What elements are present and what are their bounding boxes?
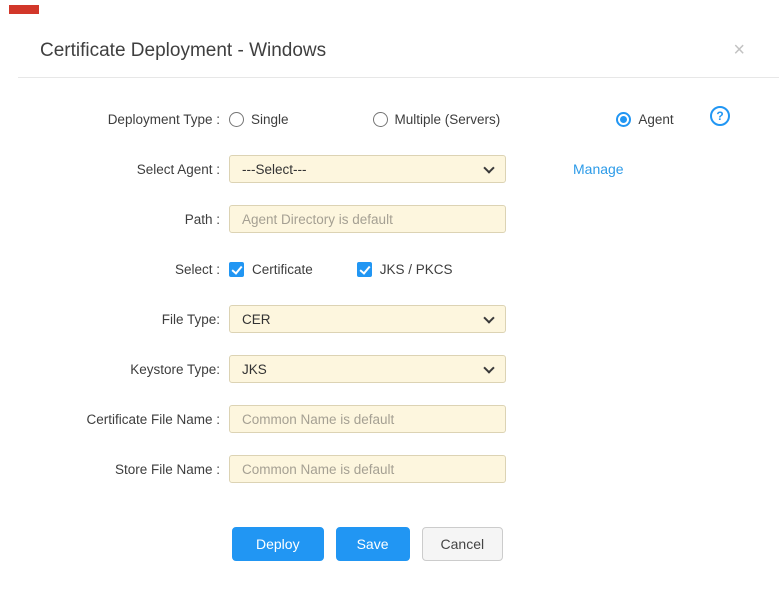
certificate-file-name-control	[229, 405, 506, 433]
select-outputs-control: Certificate JKS / PKCS	[229, 262, 477, 277]
file-type-row: File Type: CER	[0, 294, 779, 344]
deployment-type-radio-group: Single Multiple (Servers) Agent	[229, 112, 674, 127]
radio-label-single: Single	[251, 112, 289, 127]
file-type-label: File Type:	[0, 312, 220, 327]
file-type-dropdown[interactable]: CER	[229, 305, 506, 333]
checkbox-checked-icon-jks-pkcs[interactable]	[357, 262, 372, 277]
select-agent-label: Select Agent :	[0, 162, 220, 177]
checkbox-option-certificate[interactable]: Certificate	[229, 262, 313, 277]
keystore-type-dropdown[interactable]: JKS	[229, 355, 506, 383]
keystore-type-label: Keystore Type:	[0, 362, 220, 377]
file-type-dropdown-wrap: CER	[229, 305, 506, 333]
keystore-type-dropdown-wrap: JKS	[229, 355, 506, 383]
save-button[interactable]: Save	[336, 527, 410, 561]
certificate-file-name-row: Certificate File Name :	[0, 394, 779, 444]
file-type-control: CER	[229, 305, 506, 333]
deployment-type-label: Deployment Type :	[0, 112, 220, 127]
certificate-file-name-input[interactable]	[229, 405, 506, 433]
radio-icon-single[interactable]	[229, 112, 244, 127]
deployment-type-row: Deployment Type : Single Multiple (Serve…	[0, 94, 779, 144]
modal-title: Certificate Deployment - Windows	[40, 40, 739, 62]
keystore-type-row: Keystore Type: JKS	[0, 344, 779, 394]
select-outputs-row: Select : Certificate JKS / PKCS	[0, 244, 779, 294]
checkbox-label-jks-pkcs: JKS / PKCS	[380, 262, 453, 277]
store-file-name-control	[229, 455, 506, 483]
checkbox-option-jks-pkcs[interactable]: JKS / PKCS	[337, 262, 453, 277]
cancel-button[interactable]: Cancel	[422, 527, 504, 561]
radio-option-single[interactable]: Single	[229, 112, 289, 127]
top-left-red-marker	[9, 5, 39, 14]
select-outputs-label: Select :	[0, 262, 220, 277]
button-row: Deploy Save Cancel	[0, 527, 779, 561]
path-row: Path :	[0, 194, 779, 244]
select-agent-row: Select Agent : ---Select--- Manage	[0, 144, 779, 194]
deploy-button[interactable]: Deploy	[232, 527, 324, 561]
checkbox-label-certificate: Certificate	[252, 262, 313, 277]
radio-option-agent[interactable]: Agent	[524, 112, 673, 127]
store-file-name-input[interactable]	[229, 455, 506, 483]
certificate-deployment-modal: Certificate Deployment - Windows × Deplo…	[0, 0, 779, 596]
radio-icon-agent-selected[interactable]	[616, 112, 631, 127]
radio-label-multiple-servers: Multiple (Servers)	[395, 112, 501, 127]
help-icon[interactable]: ?	[710, 106, 730, 126]
path-control	[229, 205, 506, 233]
modal-body: Deployment Type : Single Multiple (Serve…	[0, 78, 779, 561]
select-agent-control: ---Select--- Manage	[229, 155, 624, 183]
close-icon[interactable]: ×	[733, 40, 745, 60]
path-label: Path :	[0, 212, 220, 227]
radio-option-multiple-servers[interactable]: Multiple (Servers)	[313, 112, 501, 127]
modal-header: Certificate Deployment - Windows ×	[0, 0, 779, 62]
store-file-name-row: Store File Name :	[0, 444, 779, 494]
radio-icon-multiple-servers[interactable]	[373, 112, 388, 127]
certificate-file-name-label: Certificate File Name :	[0, 412, 220, 427]
path-input[interactable]	[229, 205, 506, 233]
keystore-type-control: JKS	[229, 355, 506, 383]
checkbox-checked-icon-certificate[interactable]	[229, 262, 244, 277]
select-agent-dropdown-wrap: ---Select---	[229, 155, 506, 183]
radio-label-agent: Agent	[638, 112, 673, 127]
manage-link[interactable]: Manage	[573, 161, 624, 177]
select-agent-dropdown[interactable]: ---Select---	[229, 155, 506, 183]
store-file-name-label: Store File Name :	[0, 462, 220, 477]
